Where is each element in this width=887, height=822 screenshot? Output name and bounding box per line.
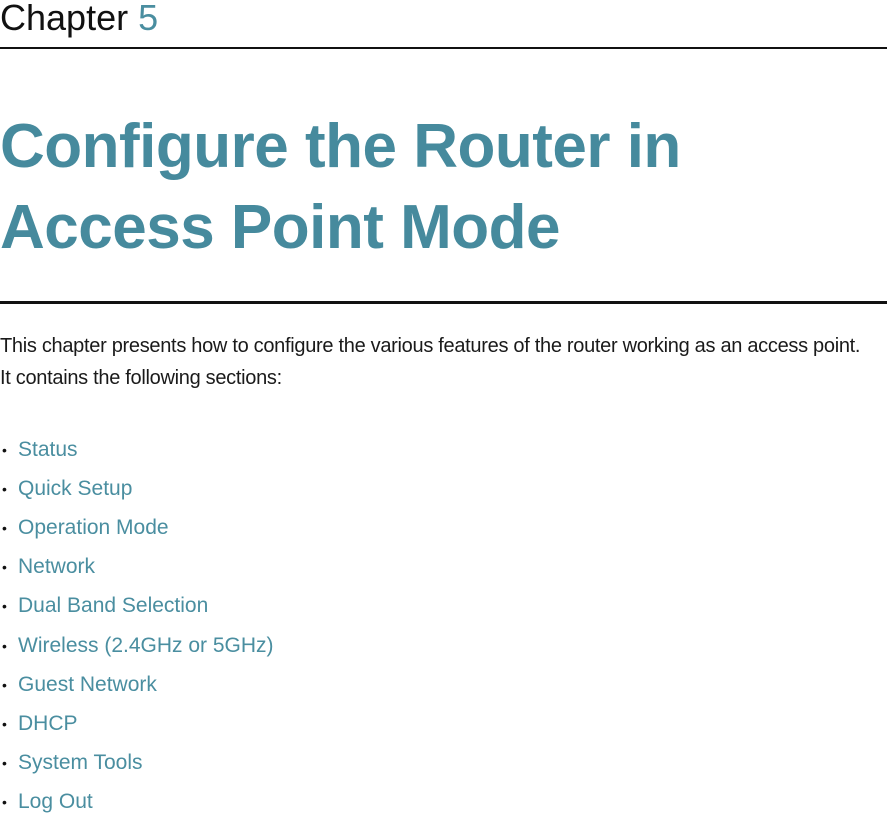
bullet-icon: •	[2, 794, 7, 811]
chapter-heading: Chapter 5	[0, 0, 158, 40]
bullet-icon: •	[2, 559, 7, 576]
sections-lead-in: It contains the following sections:	[0, 367, 282, 389]
bullet-icon: •	[2, 755, 7, 772]
section-link-system-tools[interactable]: System Tools	[18, 745, 143, 781]
section-link-operation-mode[interactable]: Operation Mode	[18, 510, 169, 546]
section-link-dhcp[interactable]: DHCP	[18, 706, 78, 742]
top-divider	[0, 47, 887, 49]
bullet-icon: •	[2, 519, 7, 536]
section-item-wireless: • Wireless (2.4GHz or 5GHz)	[0, 626, 274, 665]
bullet-icon: •	[2, 676, 7, 693]
intro-text: This chapter presents how to configure t…	[0, 330, 887, 394]
title-divider	[0, 301, 887, 304]
section-item-quick-setup: • Quick Setup	[0, 469, 274, 508]
section-item-network: • Network	[0, 548, 274, 587]
chapter-title: Configure the Router in Access Point Mod…	[0, 106, 681, 268]
section-item-operation-mode: • Operation Mode	[0, 508, 274, 547]
section-item-status: • Status	[0, 430, 274, 469]
bullet-icon: •	[2, 715, 7, 732]
section-item-log-out: • Log Out	[0, 783, 274, 822]
section-item-system-tools: • System Tools	[0, 744, 274, 783]
title-line-1: Configure the Router in	[0, 112, 681, 181]
section-list: • Status • Quick Setup • Operation Mode • Ne…	[0, 430, 274, 822]
section-link-wireless[interactable]: Wireless (2.4GHz or 5GHz)	[18, 628, 274, 664]
intro-paragraph: This chapter presents how to configure t…	[0, 335, 861, 357]
bullet-icon: •	[2, 598, 7, 615]
section-link-log-out[interactable]: Log Out	[18, 784, 93, 820]
bullet-icon: •	[2, 480, 7, 497]
section-link-quick-setup[interactable]: Quick Setup	[18, 471, 132, 507]
section-item-dual-band-selection: • Dual Band Selection	[0, 587, 274, 626]
section-link-guest-network[interactable]: Guest Network	[18, 667, 157, 703]
title-line-2: Access Point Mode	[0, 193, 560, 262]
section-link-network[interactable]: Network	[18, 549, 95, 585]
bullet-icon: •	[2, 637, 7, 654]
section-link-status[interactable]: Status	[18, 432, 78, 468]
section-item-dhcp: • DHCP	[0, 704, 274, 743]
chapter-number: 5	[138, 0, 159, 38]
chapter-word: Chapter	[0, 0, 129, 38]
bullet-icon: •	[2, 441, 7, 458]
section-link-dual-band-selection[interactable]: Dual Band Selection	[18, 588, 208, 624]
section-item-guest-network: • Guest Network	[0, 665, 274, 704]
